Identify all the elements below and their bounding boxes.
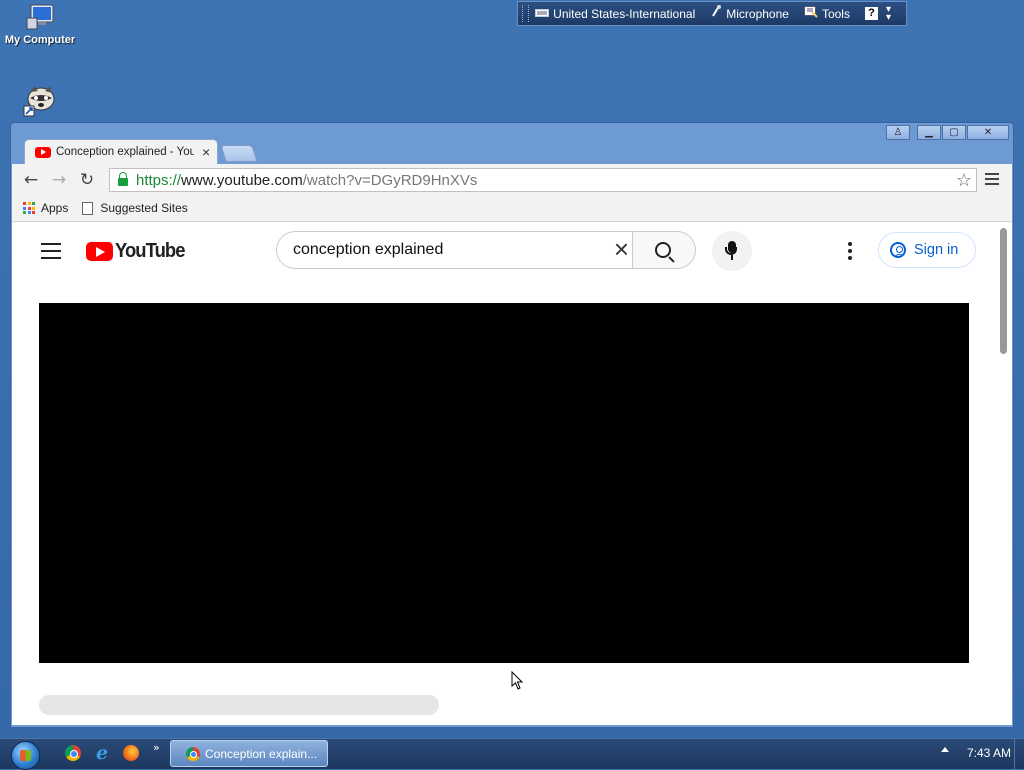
help-icon: ? — [864, 7, 878, 20]
page-scrollbar[interactable] — [996, 222, 1012, 725]
search-icon — [655, 242, 671, 258]
chrome-icon — [186, 746, 200, 761]
mouse-cursor-icon — [511, 670, 525, 691]
chevron-down-icon: ▾ ▾ — [885, 3, 891, 23]
guide-menu-button[interactable] — [41, 243, 61, 264]
more-options-button[interactable] — [848, 242, 852, 263]
youtube-favicon-icon — [35, 146, 51, 158]
url-scheme: https:// — [136, 171, 182, 189]
taskbar: e » Conception explain... 7:43 AM — [0, 738, 1024, 770]
microphone-button[interactable]: Microphone — [710, 5, 789, 22]
minimize-button[interactable]: ▁ — [917, 125, 941, 140]
sign-in-label: Sign in — [914, 242, 959, 258]
language-bar-grip[interactable] — [522, 5, 530, 22]
quick-launch-more-button[interactable]: » — [153, 741, 160, 754]
search-query: conception explained — [293, 241, 444, 258]
raccoon-shortcut-icon — [23, 84, 57, 118]
close-window-button[interactable]: ✕ — [967, 125, 1009, 140]
back-button[interactable]: ← — [20, 169, 42, 191]
page-content: YouTube conception explained × Sign in — [12, 222, 1012, 725]
language-bar-options-button[interactable]: ▾ ▾ — [886, 4, 891, 22]
desktop-icon-label: My Computer — [4, 34, 76, 46]
system-clock[interactable]: 7:43 AM — [967, 746, 1011, 760]
bookmark-apps[interactable]: Apps — [41, 201, 68, 215]
chrome-window: ♙ ▁ ▢ ✕ Conception explained - YouTube ×… — [10, 122, 1014, 728]
address-bar[interactable]: https://www.youtube.com/watch?v=DGyRD9Hn… — [109, 168, 977, 192]
close-icon: ✕ — [983, 127, 993, 138]
microphone-stand — [725, 247, 737, 255]
bookmarks-bar: Apps Suggested Sites — [12, 195, 1012, 222]
person-icon: ♙ — [893, 127, 903, 138]
maximize-icon: ▢ — [949, 127, 959, 138]
profile-button[interactable]: ♙ — [886, 125, 910, 140]
url-path: /watch?v=DGyRD9HnXVs — [302, 171, 478, 189]
minimize-icon: ▁ — [925, 127, 933, 138]
show-desktop-button[interactable] — [1014, 739, 1024, 769]
computer-icon — [25, 2, 55, 32]
tools-button[interactable]: Tools — [803, 6, 850, 21]
keyboard-icon — [535, 7, 550, 21]
desktop-shortcut[interactable] — [18, 84, 62, 120]
tools-icon — [803, 6, 818, 21]
taskbar-item-chrome[interactable]: Conception explain... — [170, 740, 328, 767]
clear-search-icon[interactable]: × — [614, 236, 629, 262]
new-tab-button[interactable] — [220, 145, 258, 162]
tab-youtube[interactable]: Conception explained - YouTube × — [24, 139, 218, 164]
bookmark-suggested-sites[interactable]: Suggested Sites — [100, 201, 187, 215]
microphone-icon — [710, 5, 722, 22]
reload-icon: ↻ — [79, 169, 95, 190]
desktop-icon-my-computer[interactable]: My Computer — [2, 2, 78, 46]
arrow-left-icon: ← — [23, 169, 39, 190]
language-bar: United States-International Microphone T… — [517, 1, 907, 26]
start-button[interactable] — [11, 741, 40, 770]
search-button[interactable] — [632, 231, 696, 269]
tools-label: Tools — [821, 6, 850, 21]
microphone-stem — [731, 255, 733, 260]
voice-search-button[interactable] — [712, 231, 752, 271]
show-hidden-icons-button[interactable] — [941, 747, 949, 752]
account-circle-icon — [890, 242, 906, 258]
maximize-button[interactable]: ▢ — [942, 125, 966, 140]
tab-title: Conception explained - YouTube — [56, 146, 194, 158]
input-language-label: United States-International — [553, 6, 696, 21]
internet-explorer-icon[interactable]: e — [94, 744, 110, 763]
reload-button[interactable]: ↻ — [76, 169, 98, 191]
help-button[interactable]: ? — [864, 7, 878, 20]
sign-in-button[interactable]: Sign in — [878, 232, 976, 268]
chrome-menu-button[interactable] — [985, 170, 999, 188]
video-player[interactable] — [39, 303, 969, 663]
forward-button[interactable]: → — [48, 169, 70, 191]
chrome-icon[interactable] — [65, 745, 81, 761]
apps-grid-icon — [23, 202, 35, 214]
lock-icon — [118, 172, 128, 186]
microphone-label: Microphone — [726, 6, 789, 21]
taskbar-item-label: Conception explain... — [205, 746, 318, 761]
youtube-wordmark: YouTube — [115, 240, 185, 262]
bookmark-star-icon[interactable]: ☆ — [956, 170, 972, 191]
url-host: www.youtube.com — [181, 171, 303, 189]
input-language-button[interactable]: United States-International — [535, 7, 695, 21]
page-icon — [82, 201, 94, 215]
firefox-icon[interactable] — [123, 745, 139, 761]
title-loading-placeholder — [39, 695, 439, 715]
tab-close-icon[interactable]: × — [202, 144, 210, 160]
youtube-logo[interactable]: YouTube — [86, 240, 191, 263]
browser-toolbar: ← → ↻ https://www.youtube.com/watch?v=DG… — [12, 164, 1012, 195]
search-input[interactable]: conception explained × — [276, 231, 633, 269]
youtube-play-icon — [86, 242, 113, 261]
scrollbar-thumb[interactable] — [1000, 228, 1007, 354]
arrow-right-icon: → — [51, 169, 67, 190]
